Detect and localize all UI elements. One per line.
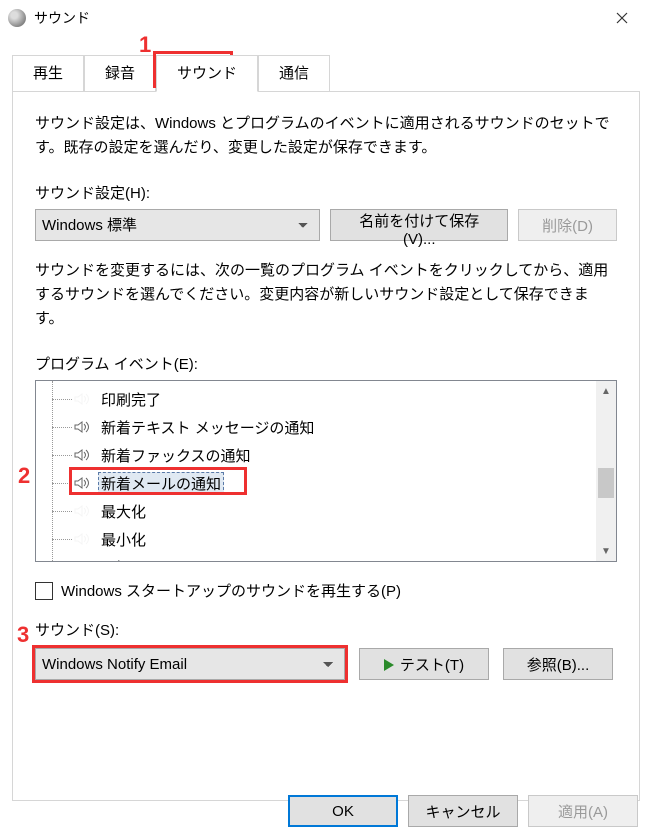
scrollbar[interactable]: ▲ ▼	[596, 381, 616, 561]
sound-select[interactable]: Windows Notify Email	[35, 648, 345, 680]
scheme-select[interactable]: Windows 標準	[35, 209, 320, 241]
event-item-label: 通知	[98, 557, 134, 562]
dialog-footer: OK キャンセル 適用(A)	[288, 795, 638, 827]
apply-button[interactable]: 適用(A)	[528, 795, 638, 827]
speaker-icon	[74, 504, 92, 518]
event-item[interactable]: 通知	[36, 553, 596, 561]
test-button-label: テスト(T)	[400, 657, 464, 674]
events-description: サウンドを変更するには、次の一覧のプログラム イベントをクリックしてから、適用す…	[35, 259, 617, 331]
startup-sound-checkbox[interactable]	[35, 582, 53, 600]
close-button[interactable]	[600, 3, 644, 33]
speaker-icon	[74, 560, 92, 561]
sound-app-icon	[8, 9, 26, 27]
event-item[interactable]: 最大化	[36, 497, 596, 525]
tab-sounds[interactable]: サウンド	[156, 55, 258, 92]
scroll-down-icon[interactable]: ▼	[596, 541, 616, 561]
scheme-description: サウンド設定は、Windows とプログラムのイベントに適用されるサウンドのセッ…	[35, 112, 617, 160]
scheme-label: サウンド設定(H):	[35, 182, 617, 203]
event-item[interactable]: 新着テキスト メッセージの通知	[36, 413, 596, 441]
sound-label: サウンド(S):	[35, 619, 617, 640]
test-button[interactable]: テスト(T)	[359, 648, 489, 680]
titlebar: サウンド	[0, 0, 652, 36]
speaker-icon	[74, 448, 92, 462]
ok-button[interactable]: OK	[288, 795, 398, 827]
annotation-3: 3	[17, 622, 29, 648]
speaker-icon	[74, 476, 92, 490]
cancel-button[interactable]: キャンセル	[408, 795, 518, 827]
tab-strip: 再生 録音 サウンド 通信 1	[12, 54, 652, 91]
scroll-up-icon[interactable]: ▲	[596, 381, 616, 401]
delete-button[interactable]: 削除(D)	[518, 209, 617, 241]
event-item[interactable]: 印刷完了	[36, 385, 596, 413]
event-item-label: 新着ファックスの通知	[98, 445, 254, 466]
event-item[interactable]: 新着メールの通知	[36, 469, 596, 497]
event-item-label: 印刷完了	[98, 389, 164, 410]
play-icon	[384, 659, 394, 671]
tab-recording[interactable]: 録音	[84, 55, 156, 92]
scroll-thumb[interactable]	[598, 468, 614, 498]
events-label: プログラム イベント(E):	[35, 353, 617, 374]
event-item-label: 最小化	[98, 529, 149, 550]
startup-sound-label: Windows スタートアップのサウンドを再生する(P)	[61, 580, 401, 601]
event-item[interactable]: 最小化	[36, 525, 596, 553]
tab-communications[interactable]: 通信	[258, 55, 330, 92]
event-item[interactable]: 新着ファックスの通知	[36, 441, 596, 469]
tab-playback[interactable]: 再生	[12, 55, 84, 92]
speaker-icon	[74, 532, 92, 546]
annotation-2: 2	[18, 463, 30, 489]
event-item-label: 新着メールの通知	[98, 472, 224, 495]
events-listbox[interactable]: 印刷完了新着テキスト メッセージの通知新着ファックスの通知新着メールの通知最大化…	[35, 380, 617, 562]
startup-sound-row[interactable]: Windows スタートアップのサウンドを再生する(P)	[35, 580, 617, 601]
tab-panel-sounds: サウンド設定は、Windows とプログラムのイベントに適用されるサウンドのセッ…	[12, 91, 640, 801]
browse-button[interactable]: 参照(B)...	[503, 648, 613, 680]
speaker-icon	[74, 392, 92, 406]
event-item-label: 新着テキスト メッセージの通知	[98, 417, 317, 438]
speaker-icon	[74, 420, 92, 434]
window-title: サウンド	[34, 8, 600, 28]
save-as-button[interactable]: 名前を付けて保存(V)...	[330, 209, 508, 241]
event-item-label: 最大化	[98, 501, 149, 522]
